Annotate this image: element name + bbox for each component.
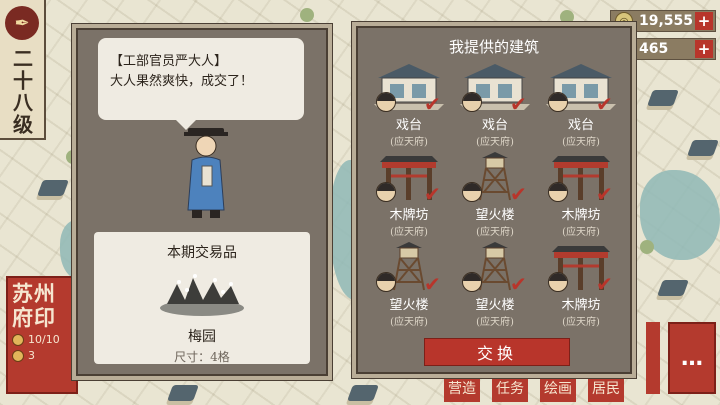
building-location: (应天府) bbox=[562, 137, 600, 148]
menu-residents-button[interactable]: 居民 bbox=[588, 372, 624, 402]
check-icon: ✔ bbox=[510, 92, 527, 116]
more-menu-button[interactable]: … bbox=[668, 322, 716, 394]
building-location: (应天府) bbox=[390, 137, 428, 148]
resident-avatar bbox=[376, 92, 396, 112]
menu-build-button[interactable]: 营造 bbox=[444, 372, 480, 402]
menu-tasks-button[interactable]: 任务 bbox=[492, 372, 528, 402]
building-name: 戏台 bbox=[481, 118, 508, 133]
player-level-badge[interactable]: ✒ 二十八级 bbox=[0, 0, 46, 140]
building-item-watchtower[interactable]: ✔ 望火楼 (应天府) bbox=[452, 148, 538, 238]
speaker-name: 【工部官员严大人】 bbox=[110, 54, 228, 69]
check-icon: ✔ bbox=[510, 272, 527, 296]
building-name: 望火楼 bbox=[389, 298, 429, 313]
building-item-archway[interactable]: ✔ 木牌坊 (应天府) bbox=[538, 148, 624, 238]
building-item-watchtower[interactable]: ✔ 望火楼 (应天府) bbox=[452, 238, 538, 328]
check-icon: ✔ bbox=[424, 272, 441, 296]
resident-icon bbox=[12, 349, 24, 362]
bottom-menu: 营造 任务 绘画 居民 bbox=[444, 372, 624, 402]
building-location: (应天府) bbox=[476, 137, 514, 148]
check-icon: ✔ bbox=[510, 182, 527, 206]
add-coins-button[interactable]: + bbox=[695, 12, 713, 30]
brush-icon: ✒ bbox=[5, 6, 39, 40]
building-location: (应天府) bbox=[476, 317, 514, 328]
building-item-watchtower[interactable]: ✔ 望火楼 (应天府) bbox=[366, 238, 452, 328]
buildings-grid[interactable]: ✔ 戏台 (应天府) ✔ 戏台 (应天府) ✔ 戏台 (应天府) ✔ 木牌坊 (应天府) ✔ 望火楼 (应天… bbox=[366, 58, 624, 330]
check-icon: ✔ bbox=[596, 92, 613, 116]
check-icon: ✔ bbox=[596, 182, 613, 206]
check-icon: ✔ bbox=[596, 272, 613, 296]
building-name: 木牌坊 bbox=[561, 298, 601, 313]
speech-bubble: 【工部官员严大人】 大人果然爽快，成交了！ bbox=[98, 38, 304, 130]
plum-garden-image bbox=[160, 274, 244, 316]
building-item-archway[interactable]: ✔ 木牌坊 (应天府) bbox=[366, 148, 452, 238]
building-name: 木牌坊 bbox=[389, 208, 429, 223]
resident-avatar bbox=[462, 272, 482, 292]
trade-item-size: 尺寸：4格 bbox=[174, 350, 230, 364]
resident-avatar bbox=[548, 92, 568, 112]
building-location: (应天府) bbox=[390, 227, 428, 238]
resident-avatar bbox=[462, 182, 482, 202]
seal-title: 苏州府印 bbox=[12, 281, 56, 330]
official-character bbox=[184, 128, 228, 218]
exchange-button[interactable]: 交换 bbox=[424, 338, 570, 366]
resident-avatar bbox=[376, 272, 396, 292]
building-item-stage[interactable]: ✔ 戏台 (应天府) bbox=[366, 58, 452, 148]
token-value: 465 bbox=[639, 41, 669, 57]
menu-painting-button[interactable]: 绘画 bbox=[540, 372, 576, 402]
buildings-panel-title: 我提供的建筑 bbox=[448, 38, 539, 56]
building-location: (应天府) bbox=[562, 317, 600, 328]
population-icon bbox=[12, 333, 24, 346]
level-text: 二十八级 bbox=[9, 48, 34, 136]
building-name: 戏台 bbox=[567, 118, 594, 133]
trade-item-heading: 本期交易品 bbox=[167, 245, 237, 261]
add-tokens-button[interactable]: + bbox=[695, 40, 713, 58]
coin-value: 19,555 bbox=[639, 13, 694, 29]
building-location: (应天府) bbox=[390, 317, 428, 328]
resident-avatar bbox=[548, 272, 568, 292]
building-location: (应天府) bbox=[476, 227, 514, 238]
building-location: (应天府) bbox=[562, 227, 600, 238]
prefecture-seal-panel[interactable]: 苏州府印 10/10 3 bbox=[6, 276, 78, 394]
check-icon: ✔ bbox=[424, 92, 441, 116]
trade-item-name: 梅园 bbox=[188, 329, 216, 345]
building-name: 望火楼 bbox=[475, 298, 515, 313]
building-name: 戏台 bbox=[395, 118, 422, 133]
building-item-stage[interactable]: ✔ 戏台 (应天府) bbox=[538, 58, 624, 148]
trade-item-box: 本期交易品 梅园 尺寸：4格 bbox=[94, 232, 310, 364]
trade-dialog-panel: 【工部官员严大人】 大人果然爽快，成交了！ 本期交易品 梅园 尺寸：4格 bbox=[76, 28, 328, 376]
dialog-message: 大人果然爽快，成交了！ bbox=[110, 74, 254, 89]
building-item-stage[interactable]: ✔ 戏台 (应天府) bbox=[452, 58, 538, 148]
seal-stat-1: 10/10 bbox=[8, 333, 76, 346]
resident-avatar bbox=[462, 92, 482, 112]
building-name: 木牌坊 bbox=[561, 208, 601, 223]
side-tab bbox=[646, 322, 660, 394]
building-name: 望火楼 bbox=[475, 208, 515, 223]
resident-avatar bbox=[548, 182, 568, 202]
check-icon: ✔ bbox=[424, 182, 441, 206]
provided-buildings-panel: 我提供的建筑 ✔ 戏台 (应天府) ✔ 戏台 (应天府) ✔ 戏台 (应天府) ✔ 木牌坊 (应天府)… bbox=[356, 26, 632, 374]
seal-stat-2: 3 bbox=[8, 349, 76, 362]
building-item-archway[interactable]: ✔ 木牌坊 (应天府) bbox=[538, 238, 624, 328]
resident-avatar bbox=[376, 182, 396, 202]
